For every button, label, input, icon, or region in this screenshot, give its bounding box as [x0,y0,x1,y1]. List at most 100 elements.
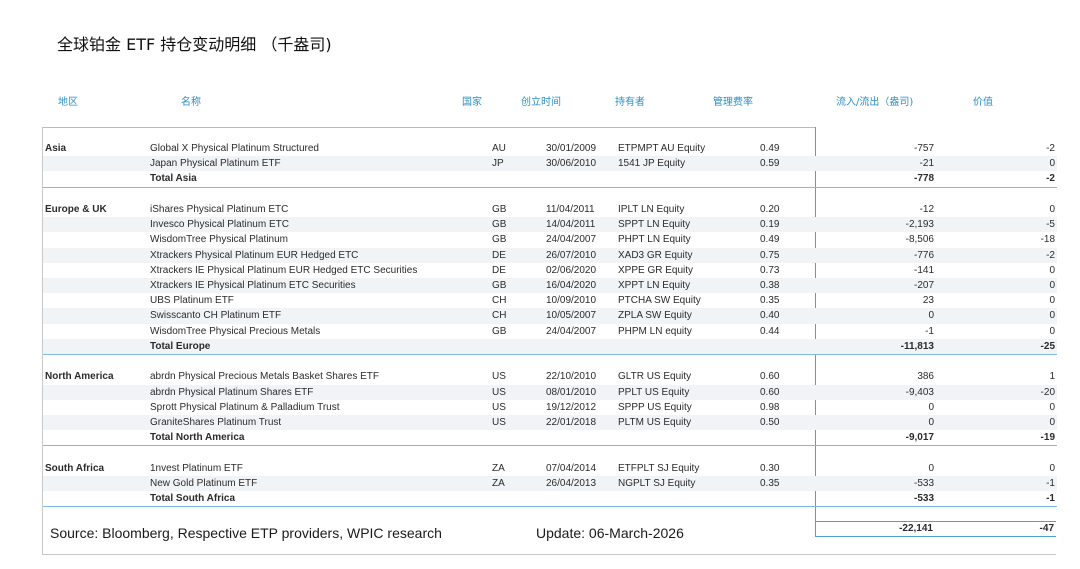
cell-fee: 0.60 [760,386,780,398]
cell-holder: NGPLT SJ Equity [618,478,696,490]
cell-country: US [492,371,506,383]
source-note: Source: Bloomberg, Respective ETP provid… [50,525,442,541]
cell-name: WisdomTree Physical Platinum [150,234,289,246]
cell-country: GB [492,204,507,216]
cell-date: 19/12/2012 [546,401,597,413]
cell-country: ZA [492,478,505,490]
cell-country: DE [492,249,506,261]
cell-country: US [492,401,506,413]
cell-flow: -141 [913,264,934,276]
table-row: abrdn Physical Platinum Shares ETF US 08/0… [43,384,1057,400]
cell-fee: 0.49 [760,234,780,246]
total-label: Total Asia [150,173,197,185]
cell-country: CH [492,310,507,322]
section-total-row: Total South Africa -533 -1 [43,491,1057,508]
section-total-row: Total Asia -778 -2 [43,171,1057,188]
cell-value: -2 [1046,249,1055,261]
cell-date: 14/04/2011 [546,219,596,231]
cell-holder: SPPP US Equity [618,401,692,413]
table-row: GraniteShares Platinum Trust US 22/01/2018… [43,415,1057,431]
cell-value: 0 [1049,280,1055,291]
cell-fee: 0.59 [760,158,780,170]
cell-fee: 0.50 [760,417,780,428]
cell-name: Global X Physical Platinum Structured [150,143,319,154]
cell-date: 26/07/2010 [546,249,597,261]
cell-country: GB [492,325,507,337]
cell-date: 30/01/2009 [546,143,597,154]
page-title: 全球铂金 ETF 持仓变动明细 （千盎司) [57,35,332,54]
cell-name: abrdn Physical Precious Metals Basket Sh… [150,371,379,383]
cell-date: 08/01/2010 [546,386,597,398]
cell-name: Sprott Physical Platinum & Palladium Tru… [150,401,340,413]
cell-name: WisdomTree Physical Precious Metals [150,325,321,337]
cell-flow: 386 [917,371,934,383]
total-flow: -11,813 [900,340,934,352]
cell-country: JP [492,158,504,170]
cell-value: -2 [1046,143,1055,154]
header-fee: 管理费率 [713,97,753,108]
update-date: Update: 06-March-2026 [536,525,684,541]
cell-value: 0 [1049,417,1055,428]
cell-holder: XPPE GR Equity [618,264,694,276]
table-row: New Gold Platinum ETF ZA 26/04/2013 NGPLT S… [43,476,1057,492]
header-value: 价值 [973,97,993,108]
region-label: South Africa [45,462,105,474]
cell-value: 0 [1049,325,1055,337]
cell-holder: XPPT LN Equity [618,280,691,291]
cell-flow: -757 [913,143,934,154]
total-flow: -533 [913,493,934,505]
table-bottom-border [42,554,1056,555]
cell-name: UBS Platinum ETF [150,295,234,307]
cell-country: AU [492,143,506,154]
cell-value: 1 [1049,371,1055,383]
cell-country: CH [492,295,507,307]
cell-fee: 0.30 [760,462,780,474]
cell-flow: -533 [913,478,934,490]
cell-holder: ETPMPT AU Equity [618,143,706,154]
cell-country: GB [492,219,507,231]
cell-date: 10/09/2010 [546,295,597,307]
cell-flow: 0 [928,462,934,474]
table-row: UBS Platinum ETF CH 10/09/2010 PTCHA SW Equ… [43,293,1057,308]
cell-date: 11/04/2011 [546,204,595,216]
cell-flow: 23 [922,295,934,307]
cell-value: -20 [1040,386,1055,398]
cell-country: US [492,386,506,398]
cell-fee: 0.98 [760,401,780,413]
total-label: Total Europe [150,340,211,352]
cell-flow: -12 [919,204,934,216]
cell-value: -18 [1040,234,1055,246]
cell-name: Japan Physical Platinum ETF [150,158,281,170]
table-row: North America abrdn Physical Precious Met… [43,369,1057,384]
total-flow: -778 [913,173,934,185]
total-value: -2 [1046,173,1055,185]
table-row: Sprott Physical Platinum & Palladium Tru… [43,400,1057,415]
cell-fee: 0.73 [760,264,780,276]
cell-date: 02/06/2020 [546,264,597,276]
header-region: 地区 [58,97,78,108]
table-row: Xtrackers IE Physical Platinum EUR Hedge… [43,263,1057,278]
cell-name: Invesco Physical Platinum ETC [150,219,289,231]
cell-fee: 0.49 [760,143,780,154]
cell-holder: PLTM US Equity [618,417,692,428]
cell-date: 30/06/2010 [546,158,597,170]
cell-holder: GLTR US Equity [618,371,692,383]
cell-country: GB [492,280,507,291]
cell-date: 07/04/2014 [546,462,597,474]
table-row: WisdomTree Physical Platinum GB 24/04/2007… [43,232,1057,247]
region-label: North America [45,371,114,383]
table-row: South Africa 1nvest Platinum ETF ZA 07/04/2… [43,461,1057,476]
cell-flow: -8,506 [905,234,934,246]
cell-value: 0 [1049,295,1055,307]
cell-date: 22/01/2018 [546,417,597,428]
cell-name: Swisscanto CH Platinum ETF [150,310,282,322]
table-row: Xtrackers IE Physical Platinum ETC Secur… [43,278,1057,294]
header-name: 名称 [181,97,201,108]
cell-fee: 0.20 [760,204,780,216]
total-label: Total North America [150,432,245,444]
cell-date: 16/04/2020 [546,280,597,291]
cell-holder: XAD3 GR Equity [618,249,693,261]
